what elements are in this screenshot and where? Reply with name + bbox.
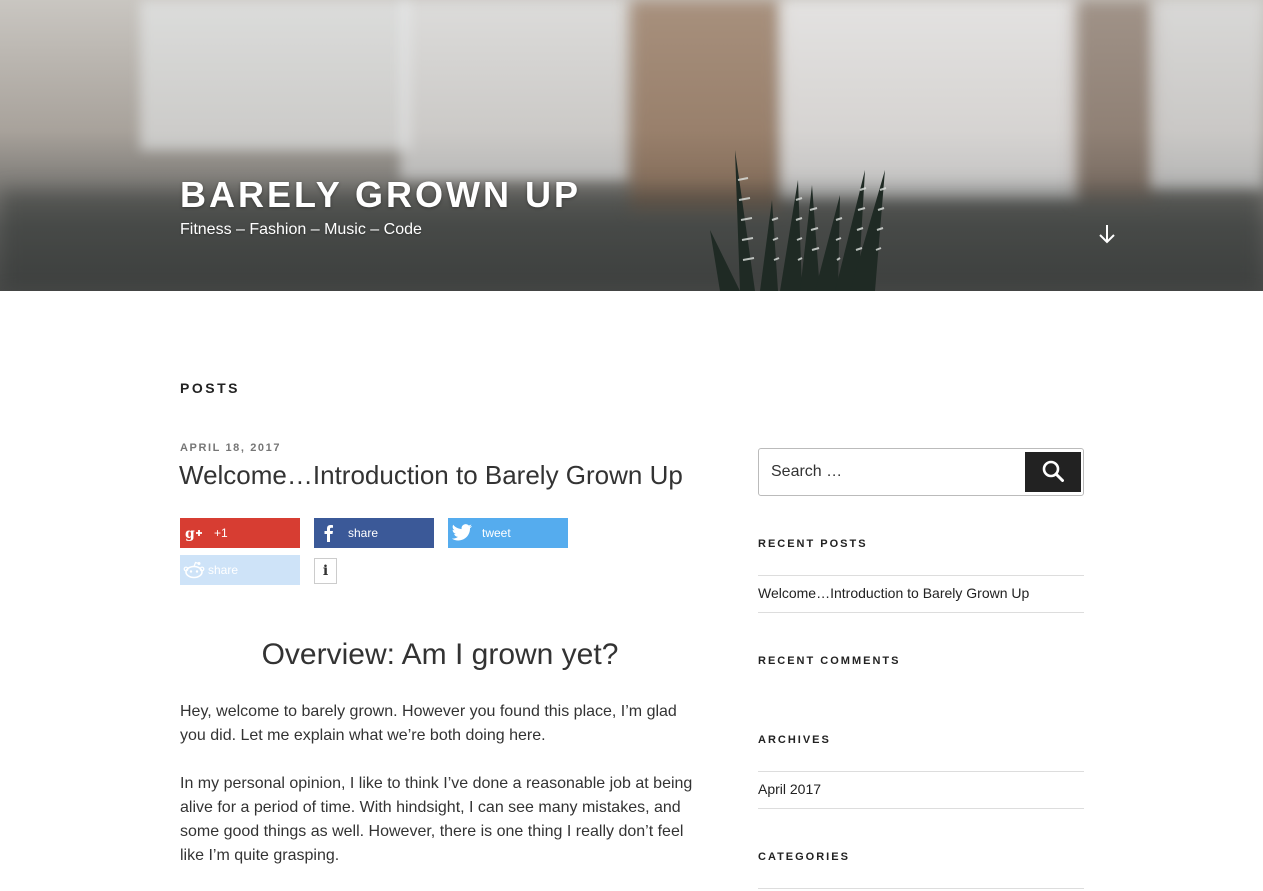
header-background-window	[140, 0, 410, 150]
svg-text:g: g	[185, 526, 195, 541]
recent-post-link[interactable]: Welcome…Introduction to Barely Grown Up	[758, 585, 1029, 601]
facebook-share-label: share	[348, 526, 379, 540]
search-input[interactable]	[760, 450, 1022, 494]
google-plus-share-button[interactable]: g +1	[180, 518, 300, 548]
search-icon	[1042, 460, 1064, 485]
google-plus-icon: g	[180, 518, 208, 548]
recent-comments-heading: RECENT COMMENTS	[758, 655, 901, 667]
divider	[758, 771, 1084, 772]
google-plus-share-label: +1	[214, 526, 228, 540]
site-description: Fitness – Fashion – Music – Code	[180, 221, 422, 238]
twitter-share-button[interactable]: tweet	[448, 518, 568, 548]
divider	[758, 612, 1084, 613]
search-form	[758, 448, 1084, 496]
arrow-down-icon[interactable]	[1096, 222, 1118, 246]
header-background-pillar	[1075, 0, 1155, 200]
site-header: BARELY GROWN UP Fitness – Fashion – Musi…	[0, 0, 1263, 291]
categories-heading: CATEGORIES	[758, 851, 850, 863]
recent-posts-heading: RECENT POSTS	[758, 538, 868, 550]
reddit-share-button[interactable]: share	[180, 555, 300, 585]
search-button[interactable]	[1025, 452, 1081, 492]
divider	[758, 808, 1084, 809]
site-title[interactable]: BARELY GROWN UP	[180, 174, 581, 216]
twitter-icon	[448, 518, 476, 548]
twitter-share-label: tweet	[482, 526, 511, 540]
post-date[interactable]: APRIL 18, 2017	[180, 442, 281, 454]
archives-heading: ARCHIVES	[758, 734, 831, 746]
post-subheading: Overview: Am I grown yet?	[261, 638, 619, 671]
post-title[interactable]: Welcome…Introduction to Barely Grown Up	[179, 460, 683, 491]
page-title: POSTS	[180, 380, 240, 396]
facebook-icon	[314, 518, 342, 548]
post-paragraph: Hey, welcome to barely grown. However yo…	[180, 703, 677, 744]
post-paragraph: In my personal opinion, I like to think …	[180, 775, 693, 864]
divider	[758, 888, 1084, 889]
reddit-icon	[180, 555, 208, 585]
reddit-share-label: share	[208, 563, 239, 577]
divider	[758, 575, 1084, 576]
info-button[interactable]: i	[314, 558, 337, 584]
archive-link[interactable]: April 2017	[758, 781, 821, 797]
header-background-window	[400, 0, 630, 180]
facebook-share-button[interactable]: share	[314, 518, 434, 548]
plant-illustration	[710, 150, 887, 291]
header-background-window	[1150, 0, 1263, 190]
